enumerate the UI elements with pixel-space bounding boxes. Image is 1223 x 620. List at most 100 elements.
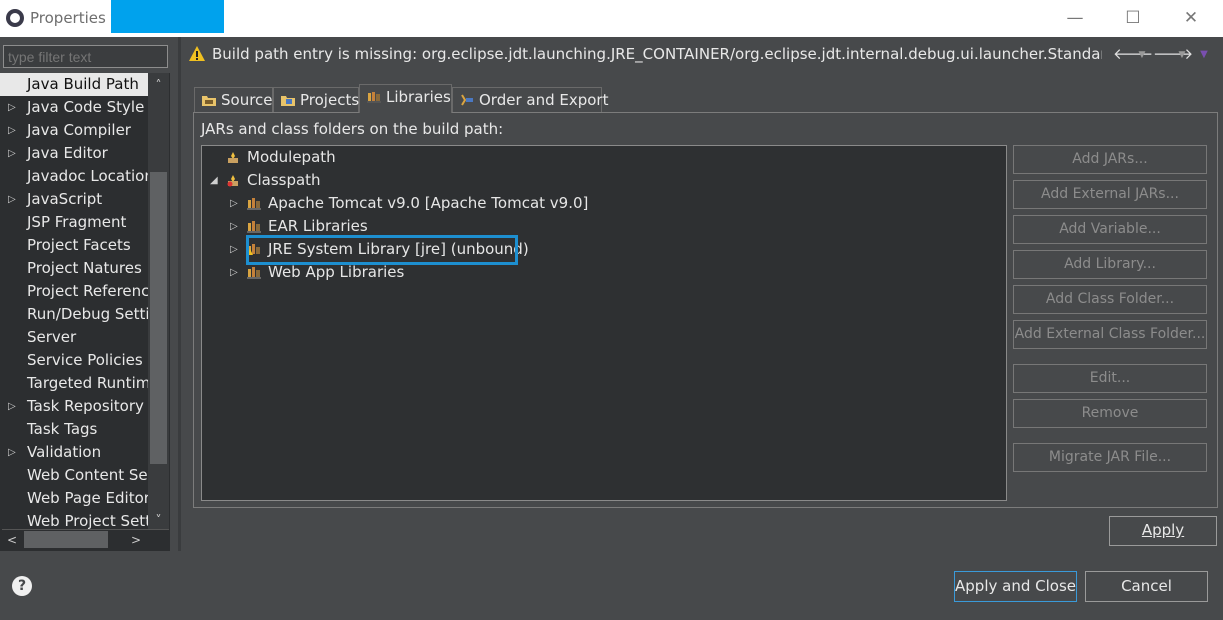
filter-input[interactable]	[3, 45, 168, 68]
nav-item-targeted-runtimes[interactable]: Targeted Runtimes	[0, 372, 148, 395]
nav-item-validation[interactable]: ▷ Validation	[0, 441, 148, 464]
nav-item-label: Validation	[27, 443, 102, 461]
nav-item-label: JavaScript	[27, 190, 103, 208]
add-external-class-folder-button[interactable]: Add External Class Folder...	[1013, 320, 1207, 349]
tree-item-modulepath[interactable]: Modulepath	[226, 146, 336, 169]
library-icon	[247, 221, 261, 233]
nav-item-java-build-path[interactable]: Java Build Path	[0, 73, 148, 96]
apply-and-close-button[interactable]: Apply and Close	[954, 571, 1077, 602]
nav-item-label: Targeted Runtimes	[27, 374, 148, 392]
nav-item-label: Project Facets	[27, 236, 131, 254]
nav-item-label: Project Natures	[27, 259, 142, 277]
add-class-folder-button[interactable]: Add Class Folder...	[1013, 285, 1207, 314]
nav-item-web-content-settings[interactable]: Web Content Settings	[0, 464, 148, 487]
collapsed-twisty-icon[interactable]: ▷	[8, 395, 16, 418]
nav-horizontal-scroll-thumb[interactable]	[24, 531, 108, 548]
pane-divider[interactable]	[178, 37, 181, 551]
tab-label: Order and Export	[479, 91, 609, 109]
collapsed-twisty-icon[interactable]: ▷	[8, 142, 16, 165]
collapsed-twisty-icon[interactable]: ▷	[230, 238, 238, 261]
migrate-jar-file-button[interactable]: Migrate JAR File...	[1013, 443, 1207, 472]
nav-item-web-page-editor[interactable]: Web Page Editor	[0, 487, 148, 510]
nav-item-label: Javadoc Location	[27, 167, 148, 185]
nav-item-java-compiler[interactable]: ▷ Java Compiler	[0, 119, 148, 142]
back-menu-chevron-icon[interactable]: ▼	[1133, 50, 1151, 70]
nav-item-javascript[interactable]: ▷ JavaScript	[0, 188, 148, 211]
collapsed-twisty-icon[interactable]: ▷	[230, 192, 238, 215]
libraries-icon	[367, 92, 381, 103]
highlight-box	[246, 235, 518, 265]
nav-item-project-references[interactable]: Project References	[0, 280, 148, 303]
collapsed-twisty-icon[interactable]: ▷	[8, 441, 16, 464]
window-title: Properties fo	[30, 9, 112, 27]
classpath-icon	[227, 175, 238, 187]
nav-vertical-scroll-thumb[interactable]	[150, 172, 167, 464]
nav-item-label: Task Tags	[27, 420, 98, 438]
nav-item-run-debug-settings[interactable]: Run/Debug Settings	[0, 303, 148, 326]
minimize-icon[interactable]: —	[1060, 6, 1090, 30]
nav-item-label: Web Content Settings	[27, 466, 148, 484]
apply-button[interactable]: Apply	[1109, 516, 1217, 546]
tab-label: Source	[221, 91, 273, 109]
add-jars-button[interactable]: Add JARs...	[1013, 145, 1207, 174]
nav-item-label: Java Build Path	[27, 75, 139, 93]
tree-item-apache-tomcat[interactable]: ▷ Apache Tomcat v9.0 [Apache Tomcat v9.0…	[230, 192, 588, 215]
tab-label: Projects	[300, 91, 360, 109]
scroll-right-icon[interactable]: >	[128, 530, 144, 550]
nav-item-label: Project References	[27, 282, 148, 300]
nav-item-java-code-style[interactable]: ▷ Java Code Style	[0, 96, 148, 119]
library-icon	[247, 267, 261, 279]
library-icon	[247, 198, 261, 210]
tree-item-classpath[interactable]: ◢ Classpath	[210, 169, 321, 192]
nav-item-project-natures[interactable]: Project Natures	[0, 257, 148, 280]
close-icon[interactable]: ✕	[1176, 6, 1206, 30]
property-page-tree: Java Build Path ▷ Java Code Style ▷ Java Com…	[0, 73, 170, 551]
add-variable-button[interactable]: Add Variable...	[1013, 215, 1207, 244]
view-menu-icon[interactable]: ▼	[1195, 49, 1213, 69]
warning-icon	[189, 46, 205, 61]
forward-arrow-icon[interactable]: 🡒	[1153, 44, 1193, 64]
add-library-button[interactable]: Add Library...	[1013, 250, 1207, 279]
eclipse-app-icon	[6, 9, 24, 27]
collapsed-twisty-icon[interactable]: ▷	[230, 261, 238, 284]
collapsed-twisty-icon[interactable]: ▷	[8, 119, 16, 142]
collapsed-twisty-icon[interactable]: ▷	[230, 215, 238, 238]
tab-source[interactable]: Source	[194, 87, 273, 113]
forward-menu-chevron-icon[interactable]: ▼	[1173, 50, 1191, 70]
edit-button[interactable]: Edit...	[1013, 364, 1207, 393]
nav-item-java-editor[interactable]: ▷ Java Editor	[0, 142, 148, 165]
build-path-tree[interactable]: Modulepath ◢ Classpath ▷ Apache Tomcat v…	[201, 145, 1007, 501]
projects-icon	[281, 96, 295, 106]
scroll-up-icon[interactable]: ˄	[148, 75, 169, 95]
libraries-description: JARs and class folders on the build path…	[201, 120, 504, 138]
scroll-left-icon[interactable]: <	[4, 530, 20, 550]
nav-item-label: JSP Fragment	[27, 213, 127, 231]
collapsed-twisty-icon[interactable]: ▷	[8, 96, 16, 119]
nav-item-javadoc-location[interactable]: Javadoc Location	[0, 165, 148, 188]
tab-order-and-export[interactable]: Order and Export	[452, 87, 609, 113]
expanded-twisty-icon[interactable]: ◢	[210, 169, 218, 192]
nav-item-server[interactable]: Server	[0, 326, 148, 349]
nav-item-label: Run/Debug Settings	[27, 305, 148, 323]
scroll-down-icon[interactable]: ˅	[148, 510, 169, 530]
back-arrow-icon[interactable]: 🡐	[1113, 44, 1153, 64]
nav-item-project-facets[interactable]: Project Facets	[0, 234, 148, 257]
maximize-icon[interactable]: ☐	[1118, 6, 1148, 30]
nav-item-label: Web Page Editor	[27, 489, 148, 507]
modulepath-icon	[228, 152, 238, 163]
help-icon[interactable]: ?	[12, 576, 32, 596]
add-external-jars-button[interactable]: Add External JARs...	[1013, 180, 1207, 209]
tab-projects[interactable]: Projects	[273, 87, 359, 113]
nav-item-task-tags[interactable]: Task Tags	[0, 418, 148, 441]
remove-button[interactable]: Remove	[1013, 399, 1207, 428]
build-path-warning-message: Build path entry is missing: org.eclipse…	[212, 45, 1102, 63]
nav-item-service-policies[interactable]: Service Policies	[0, 349, 148, 372]
nav-item-task-repository[interactable]: ▷ Task Repository	[0, 395, 148, 418]
nav-item-jsp-fragment[interactable]: JSP Fragment	[0, 211, 148, 234]
nav-item-label: Java Compiler	[27, 121, 131, 139]
tab-libraries[interactable]: Libraries	[359, 84, 452, 113]
order-export-icon	[461, 94, 473, 106]
title-bar: Properties fo — ☐ ✕	[0, 0, 1223, 37]
collapsed-twisty-icon[interactable]: ▷	[8, 188, 16, 211]
cancel-button[interactable]: Cancel	[1085, 571, 1208, 602]
